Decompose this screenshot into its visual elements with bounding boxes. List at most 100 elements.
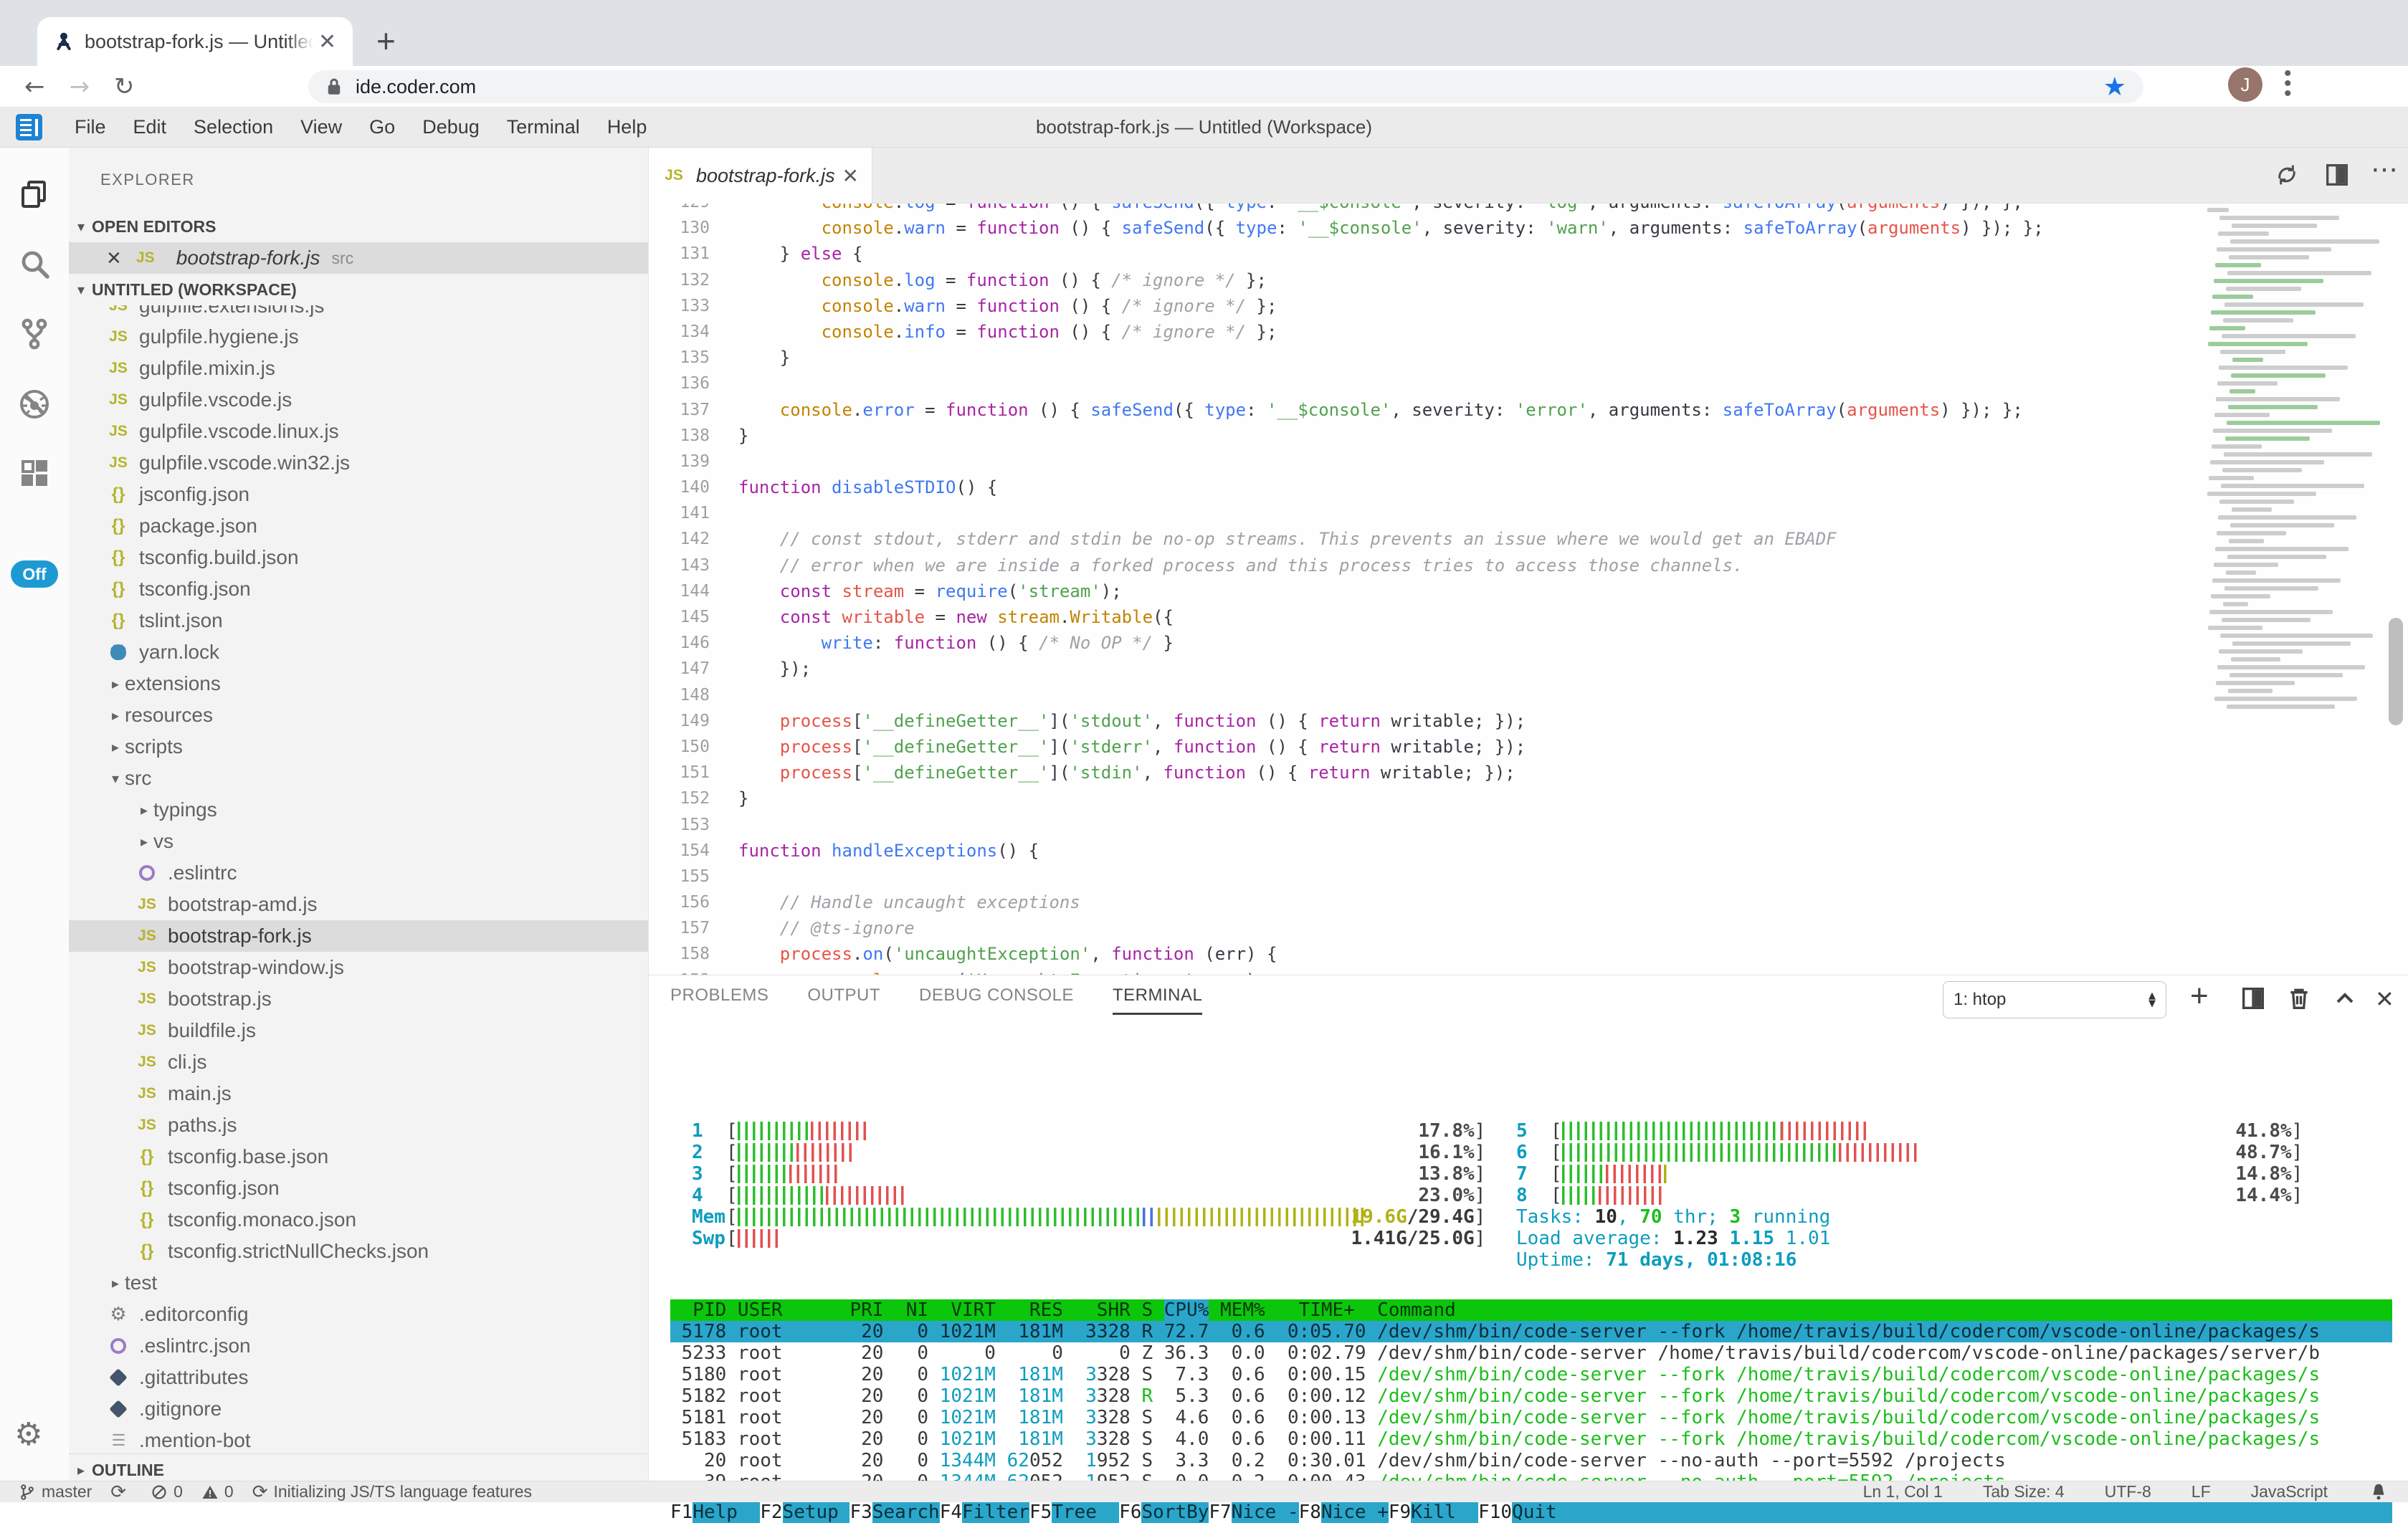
- status-utf-8[interactable]: UTF-8: [2105, 1482, 2151, 1501]
- tab-close-icon[interactable]: ✕: [842, 164, 859, 188]
- fkey-f4[interactable]: F4: [940, 1501, 962, 1523]
- editor-scrollbar[interactable]: [2389, 618, 2403, 725]
- tree-item-.eslintrc[interactable]: .eslintrc: [69, 857, 648, 889]
- panel-tab-terminal[interactable]: TERMINAL: [1113, 985, 1202, 1015]
- browser-tab[interactable]: bootstrap-fork.js — Untitled (W ✕: [37, 17, 353, 66]
- panel-tab-problems[interactable]: PROBLEMS: [670, 985, 768, 1015]
- status-spinner[interactable]: ⟳Initializing JS/TS language features: [252, 1481, 532, 1503]
- browser-menu-icon[interactable]: •••: [2284, 69, 2292, 99]
- tree-item-src[interactable]: ▾src: [69, 763, 648, 794]
- offline-toggle-badge[interactable]: Off: [11, 560, 58, 588]
- tree-item-gulpfile.hygiene.js[interactable]: JSgulpfile.hygiene.js: [69, 321, 648, 353]
- htop-process-row[interactable]: 5181 root 20 0 1021M 181M 3328 S 4.6 0.6…: [670, 1407, 2392, 1428]
- fkey-label[interactable]: Search: [872, 1501, 940, 1523]
- editor-tab[interactable]: JS bootstrap-fork.js ✕: [649, 148, 872, 204]
- split-editor-icon[interactable]: [2323, 161, 2353, 191]
- fkey-f3[interactable]: F3: [850, 1501, 872, 1523]
- back-icon[interactable]: ←: [24, 72, 45, 101]
- tree-item-cli.js[interactable]: JScli.js: [69, 1046, 648, 1078]
- tree-item-tsconfig.json[interactable]: {}tsconfig.json: [69, 1173, 648, 1204]
- fkey-label[interactable]: Setup: [783, 1501, 850, 1523]
- menu-item-edit[interactable]: Edit: [120, 116, 181, 138]
- status-error[interactable]: 0: [151, 1482, 183, 1501]
- extensions-icon[interactable]: [17, 457, 52, 492]
- fkey-f10[interactable]: F10: [1478, 1501, 1512, 1523]
- htop-process-row[interactable]: 5183 root 20 0 1021M 181M 3328 S 4.0 0.6…: [670, 1428, 2392, 1450]
- source-control-icon[interactable]: [17, 317, 52, 351]
- panel-tab-debug-console[interactable]: DEBUG CONSOLE: [919, 985, 1074, 1015]
- htop-table-header[interactable]: PID USER PRI NI VIRT RES SHR S CPU% MEM%…: [670, 1299, 2392, 1321]
- tree-item-resources[interactable]: ▸resources: [69, 700, 648, 731]
- maximize-panel-icon[interactable]: [2331, 984, 2362, 1016]
- settings-gear-icon[interactable]: ⚙: [14, 1416, 42, 1453]
- htop-process-row[interactable]: 5180 root 20 0 1021M 181M 3328 S 7.3 0.6…: [670, 1364, 2392, 1385]
- new-terminal-icon[interactable]: +: [2190, 978, 2222, 1010]
- tree-item-gulpfile.vscode.linux.js[interactable]: JSgulpfile.vscode.linux.js: [69, 416, 648, 447]
- tree-item-extensions[interactable]: ▸extensions: [69, 668, 648, 700]
- menu-item-view[interactable]: View: [287, 116, 356, 138]
- menu-item-selection[interactable]: Selection: [180, 116, 287, 138]
- tree-item-gulpfile.vscode.js[interactable]: JSgulpfile.vscode.js: [69, 384, 648, 416]
- status-ln-1-col-1[interactable]: Ln 1, Col 1: [1863, 1482, 1943, 1501]
- bookmark-star-icon[interactable]: ★: [2103, 72, 2126, 102]
- htop-process-row[interactable]: 5178 root 20 0 1021M 181M 3328 R 72.7 0.…: [670, 1321, 2392, 1342]
- status-branch[interactable]: master: [19, 1482, 92, 1501]
- workspace-section[interactable]: ▾ UNTITLED (WORKSPACE): [69, 274, 648, 305]
- fkey-f8[interactable]: F8: [1299, 1501, 1321, 1523]
- tree-item-gulpfile.extensions.js[interactable]: JSgulpfile.extensions.js: [69, 305, 648, 321]
- terminal-output[interactable]: 1[17.8%]2[16.1%]3[13.8%]4[23.0%]Mem[19.6…: [649, 1033, 2408, 1481]
- tree-item-bootstrap-fork.js[interactable]: JSbootstrap-fork.js: [69, 920, 648, 952]
- tree-item-scripts[interactable]: ▸scripts: [69, 731, 648, 763]
- tree-item-package.json[interactable]: {}package.json: [69, 510, 648, 542]
- fkey-label[interactable]: SortBy: [1141, 1501, 1209, 1523]
- terminal-select[interactable]: 1: htop ▲▼: [1943, 981, 2166, 1018]
- fkey-label[interactable]: Quit: [1512, 1501, 1579, 1523]
- status-sync[interactable]: ⟳: [110, 1481, 132, 1503]
- tree-item-tsconfig.json[interactable]: {}tsconfig.json: [69, 573, 648, 605]
- menu-item-terminal[interactable]: Terminal: [493, 116, 594, 138]
- fkey-f1[interactable]: F1: [670, 1501, 693, 1523]
- htop-process-row[interactable]: 5233 root 20 0 0 0 0 Z 36.3 0.0 0:02.79 …: [670, 1342, 2392, 1364]
- status-javascript[interactable]: JavaScript: [2251, 1482, 2328, 1501]
- fkey-label[interactable]: Help: [693, 1501, 760, 1523]
- tree-item-.gitignore[interactable]: .gitignore: [69, 1393, 648, 1425]
- explorer-icon[interactable]: [17, 178, 52, 212]
- tree-item-bootstrap.js[interactable]: JSbootstrap.js: [69, 983, 648, 1015]
- tab-close-icon[interactable]: ✕: [318, 29, 336, 54]
- open-editor-item[interactable]: ✕ JS bootstrap-fork.js src: [69, 242, 648, 274]
- tree-item-gulpfile.vscode.win32.js[interactable]: JSgulpfile.vscode.win32.js: [69, 447, 648, 479]
- tree-item-paths.js[interactable]: JSpaths.js: [69, 1109, 648, 1141]
- debug-icon[interactable]: [17, 387, 52, 421]
- menu-item-file[interactable]: File: [61, 116, 120, 138]
- search-icon[interactable]: [17, 247, 52, 281]
- tree-item-tsconfig.base.json[interactable]: {}tsconfig.base.json: [69, 1141, 648, 1173]
- menu-item-debug[interactable]: Debug: [409, 116, 493, 138]
- status-warning[interactable]: 0: [201, 1482, 234, 1501]
- tree-item-gulpfile.mixin.js[interactable]: JSgulpfile.mixin.js: [69, 353, 648, 384]
- status-tab-size-4[interactable]: Tab Size: 4: [1983, 1482, 2065, 1501]
- more-actions-icon[interactable]: ⋯: [2371, 153, 2401, 183]
- tree-item-tsconfig.build.json[interactable]: {}tsconfig.build.json: [69, 542, 648, 573]
- menu-item-help[interactable]: Help: [594, 116, 661, 138]
- minimap[interactable]: [2204, 204, 2385, 975]
- fkey-label[interactable]: Kill: [1411, 1501, 1478, 1523]
- menu-item-go[interactable]: Go: [356, 116, 409, 138]
- fkey-f6[interactable]: F6: [1119, 1501, 1141, 1523]
- reload-icon[interactable]: ↻: [114, 72, 135, 101]
- tree-item-tslint.json[interactable]: {}tslint.json: [69, 605, 648, 636]
- htop-process-row[interactable]: 5182 root 20 0 1021M 181M 3328 R 5.3 0.6…: [670, 1385, 2392, 1407]
- status-lf[interactable]: LF: [2192, 1482, 2211, 1501]
- htop-process-row[interactable]: 20 root 20 0 1344M 62052 1952 S 3.3 0.2 …: [670, 1450, 2392, 1471]
- fkey-f2[interactable]: F2: [760, 1501, 782, 1523]
- kill-terminal-trash-icon[interactable]: [2285, 984, 2316, 1016]
- browser-avatar[interactable]: J: [2228, 67, 2262, 102]
- fkey-label[interactable]: Tree: [1052, 1501, 1119, 1523]
- tree-item-bootstrap-amd.js[interactable]: JSbootstrap-amd.js: [69, 889, 648, 920]
- tree-item-.mention-bot[interactable]: ☰.mention-bot: [69, 1425, 648, 1452]
- tree-item-main.js[interactable]: JSmain.js: [69, 1078, 648, 1109]
- tree-item-test[interactable]: ▸test: [69, 1267, 648, 1299]
- outline-section[interactable]: ▸ OUTLINE: [69, 1453, 648, 1481]
- tree-item-typings[interactable]: ▸typings: [69, 794, 648, 826]
- open-editors-section[interactable]: ▾ OPEN EDITORS: [69, 211, 648, 242]
- new-tab-button[interactable]: +: [376, 24, 396, 57]
